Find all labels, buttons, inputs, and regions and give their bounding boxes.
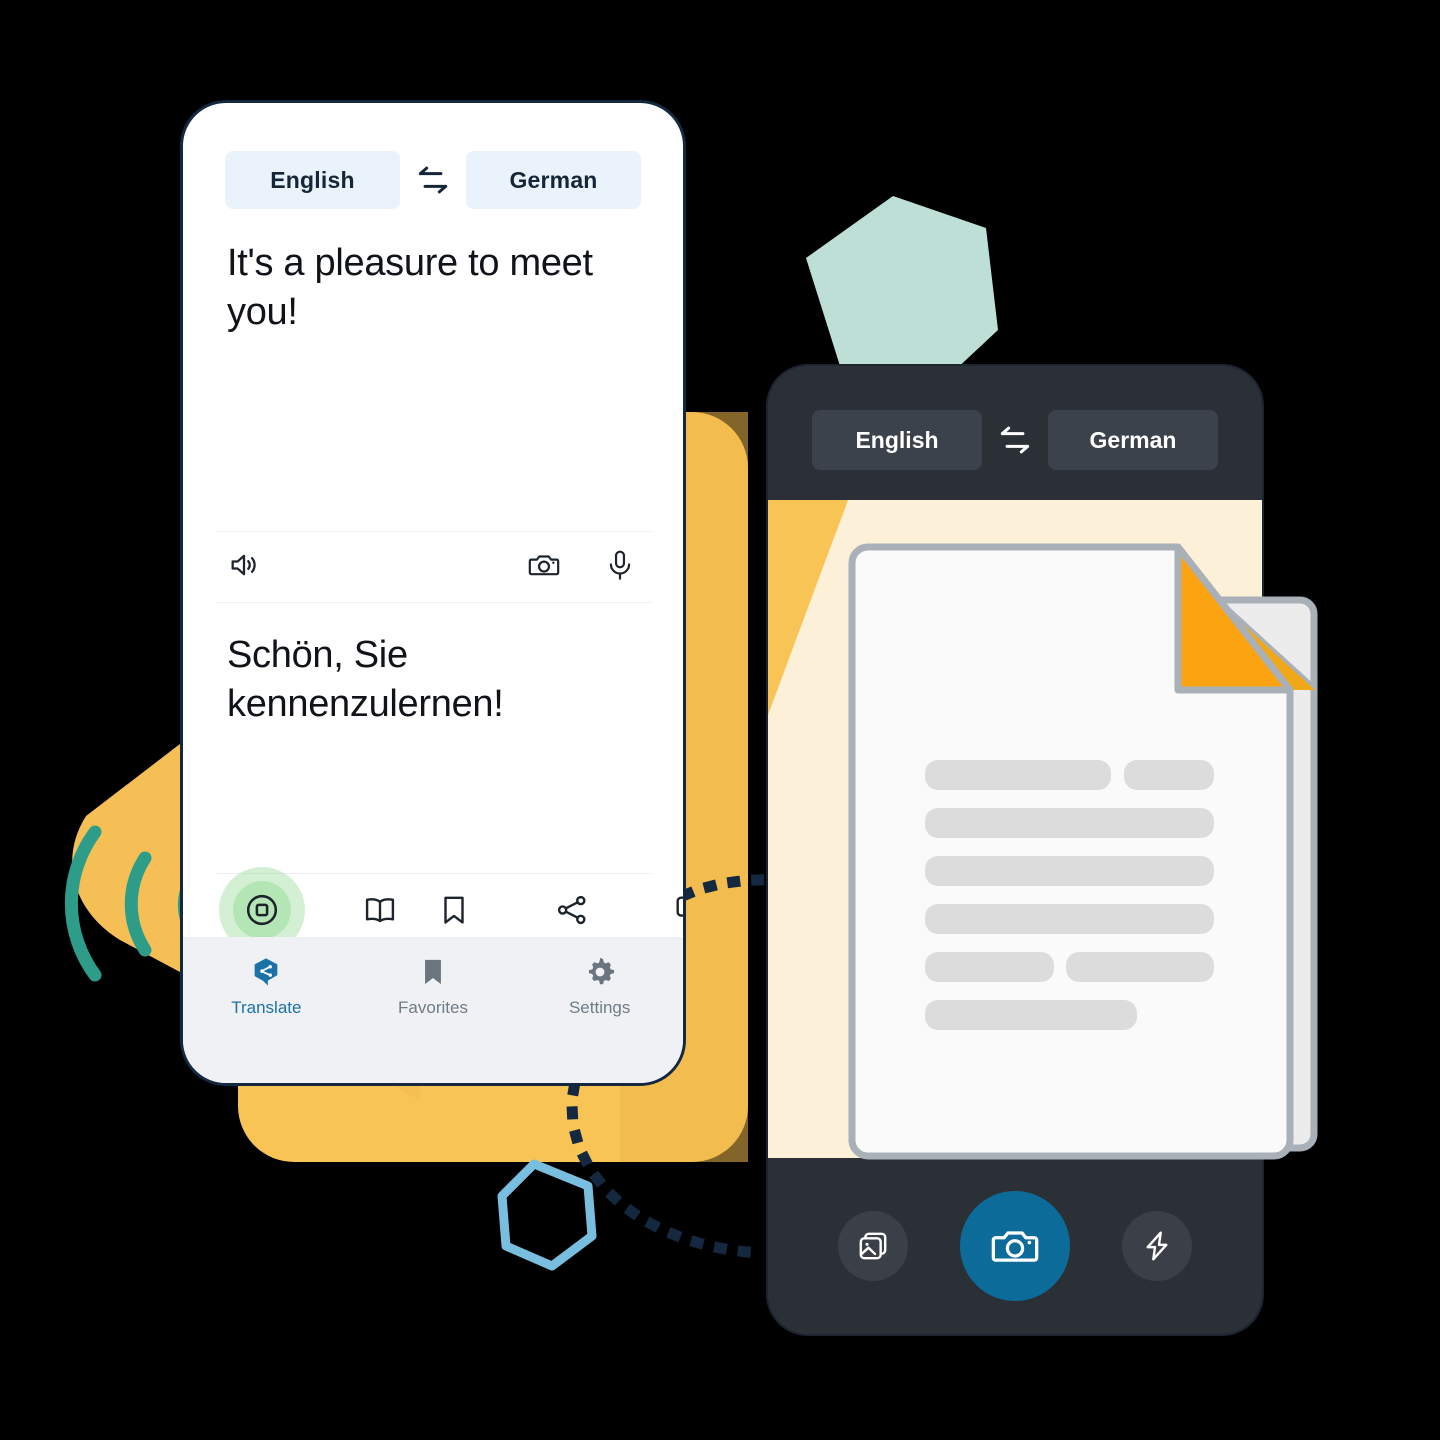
document-front-page	[848, 543, 1294, 1160]
scanned-document	[848, 543, 1318, 1160]
illustration-canvas: English German It's a pleasure to meet y…	[0, 0, 1440, 1440]
